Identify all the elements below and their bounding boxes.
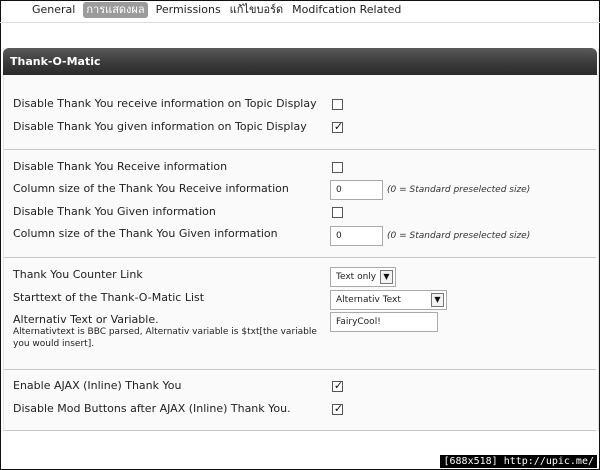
receive-topic-label: Disable Thank You receive information on… <box>13 97 317 110</box>
ajax-checkbox[interactable]: ✓ <box>332 379 344 392</box>
given-topic-label: Disable Thank You given information on T… <box>13 120 307 133</box>
given-info-label: Disable Thank You Given information <box>13 205 216 218</box>
tab-permissions[interactable]: Permissions <box>155 3 222 17</box>
checkmark-icon <box>333 160 344 171</box>
receive-column-hint: (0 = Standard preselected size) <box>387 185 531 195</box>
chevron-down-icon[interactable]: ▼ <box>431 293 444 307</box>
disable-buttons-label: Disable Mod Buttons after AJAX (Inline) … <box>13 402 291 415</box>
checkmark-icon <box>333 97 344 108</box>
alt-text-input[interactable]: FairyCool! <box>330 312 438 332</box>
tab-general[interactable]: General <box>31 3 76 17</box>
receive-topic-checkbox[interactable] <box>332 99 343 110</box>
receive-info-label: Disable Thank You Receive information <box>13 160 228 173</box>
counter-link-label: Thank You Counter Link <box>13 268 143 281</box>
section-divider <box>4 369 596 370</box>
counter-link-value: Text only <box>336 272 377 282</box>
checkmark-icon <box>333 205 344 216</box>
tab-modification-related[interactable]: Modifcation Related <box>291 3 402 17</box>
given-column-input[interactable]: 0 <box>330 226 383 246</box>
checkmark-icon: ✓ <box>333 379 344 392</box>
starttext-value: Alternativ Text <box>336 295 401 305</box>
tab-divider <box>0 22 600 23</box>
panel-title: Thank-O-Matic <box>3 48 597 75</box>
given-topic-checkbox[interactable]: ✓ <box>332 120 344 133</box>
checkmark-icon: ✓ <box>333 402 344 415</box>
counter-link-select[interactable]: Text only ▼ <box>330 267 396 287</box>
receive-column-input[interactable]: 0 <box>330 180 383 200</box>
tab-edit-board[interactable]: แก้ไขบอร์ด <box>229 3 284 17</box>
ajax-label: Enable AJAX (Inline) Thank You <box>13 379 182 392</box>
tab-display[interactable]: การแสดงผล <box>83 2 148 18</box>
starttext-label: Starttext of the Thank-O-Matic List <box>13 291 205 304</box>
receive-info-checkbox[interactable] <box>332 162 343 173</box>
alt-text-description: Alternativtext is BBC parsed, Alternativ… <box>13 327 317 349</box>
given-column-label: Column size of the Thank You Given infor… <box>13 227 278 240</box>
panel-bottom-divider <box>4 430 596 431</box>
receive-column-label: Column size of the Thank You Receive inf… <box>13 182 289 195</box>
checkmark-icon: ✓ <box>333 120 344 133</box>
section-divider <box>4 257 596 258</box>
disable-buttons-checkbox[interactable]: ✓ <box>332 402 344 415</box>
alt-text-label: Alternativ Text or Variable. <box>13 313 159 326</box>
given-column-hint: (0 = Standard preselected size) <box>387 231 531 241</box>
given-info-checkbox[interactable] <box>332 207 343 218</box>
watermark: [688x518] http://upic.me/ <box>440 455 597 468</box>
section-divider <box>4 149 596 150</box>
chevron-down-icon[interactable]: ▼ <box>380 270 393 284</box>
starttext-select[interactable]: Alternativ Text ▼ <box>330 290 447 310</box>
tab-bar: General การแสดงผล Permissions แก้ไขบอร์ด… <box>31 2 409 18</box>
